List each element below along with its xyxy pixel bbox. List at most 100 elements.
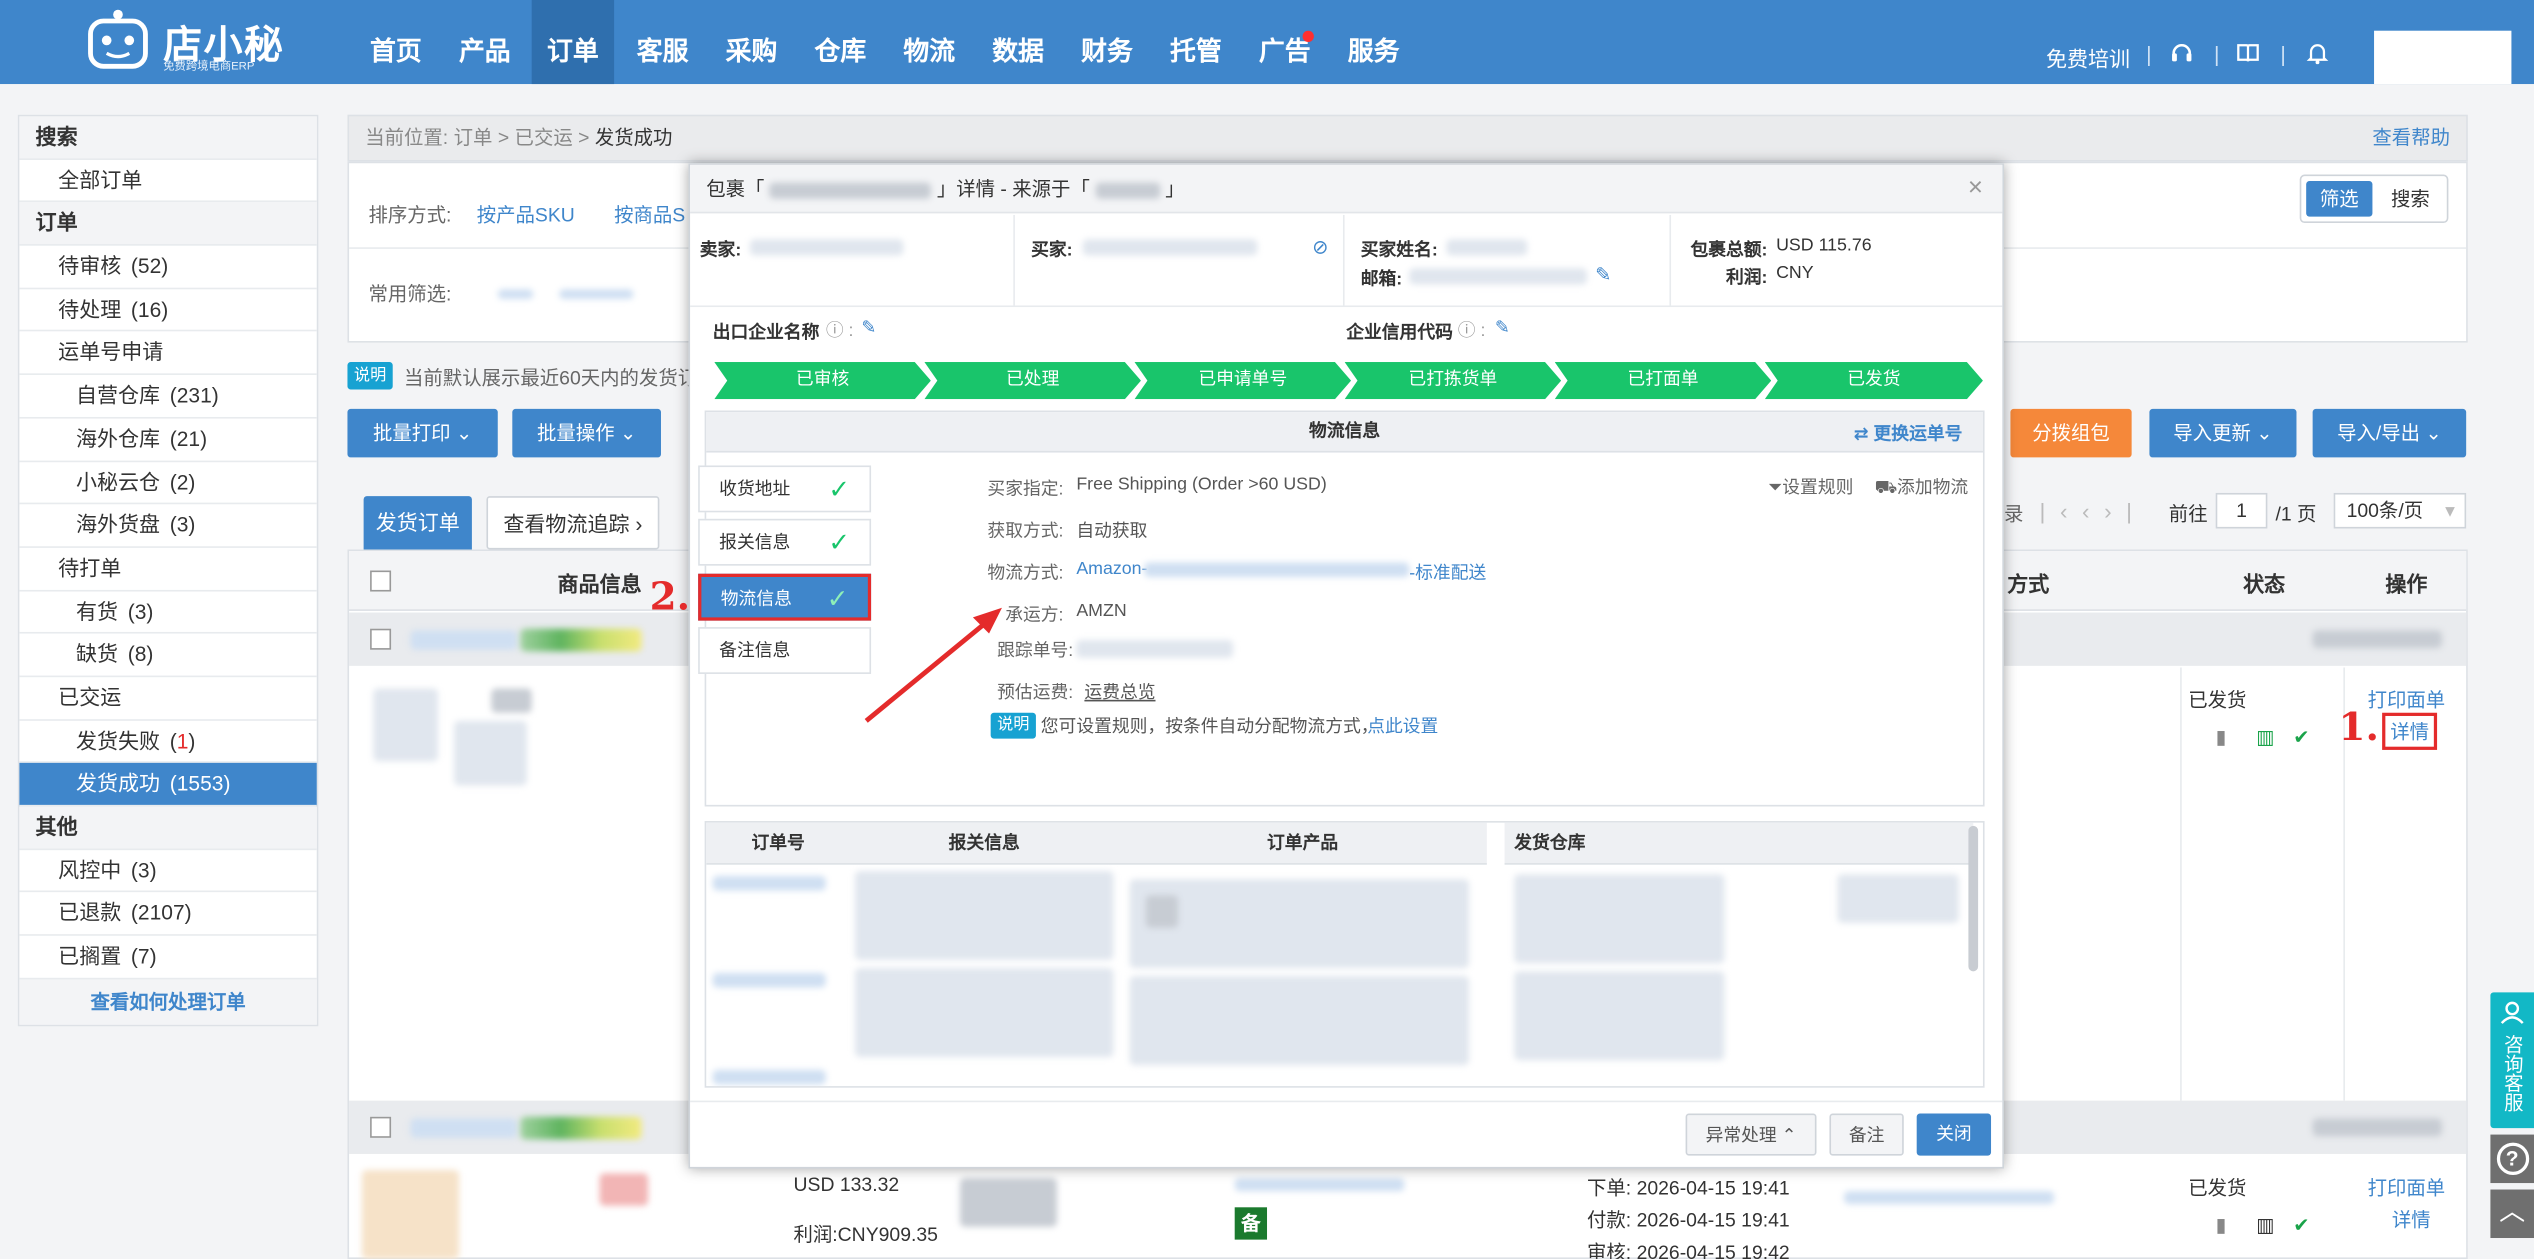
filter-button[interactable]: 筛选: [2306, 181, 2373, 217]
row1-detail-link[interactable]: 详情: [2382, 712, 2438, 750]
close-button[interactable]: 关闭: [1916, 1113, 1992, 1156]
tab-tracking[interactable]: 查看物流追踪 ›: [486, 496, 660, 550]
barcode-icon[interactable]: ▥: [2256, 726, 2274, 749]
sidebar-item-waybill-apply[interactable]: 运单号申请: [19, 332, 317, 376]
edit-icon[interactable]: ✎: [1595, 263, 1611, 286]
sidebar-item-cloud-warehouse[interactable]: 小秘云仓 (2): [19, 461, 317, 505]
check-icon[interactable]: ✔: [2293, 726, 2309, 749]
sidebar-item-all-orders[interactable]: 全部订单: [19, 159, 317, 203]
nav-data[interactable]: 数据: [979, 0, 1057, 84]
nav-warehouse[interactable]: 仓库: [802, 0, 880, 84]
sidebar-item-pending-process[interactable]: 待处理 (16): [19, 289, 317, 333]
blocked-icon[interactable]: ⊘: [1312, 236, 1328, 259]
scrollbar-thumb[interactable]: [1968, 825, 1979, 972]
sidebar-item-overseas-warehouse[interactable]: 海外仓库 (21): [19, 418, 317, 462]
sidebar-item-pending-print[interactable]: 待打单: [19, 548, 317, 591]
ship-method-prefix[interactable]: Amazon-: [1076, 559, 1147, 578]
ship-method-suffix[interactable]: -标准配送: [1409, 559, 1486, 585]
blurred-order-no[interactable]: [712, 972, 826, 988]
sidebar-item-overseas-stock[interactable]: 海外货盘 (3): [19, 505, 317, 548]
help-circle-icon[interactable]: ⓘ :: [1458, 317, 1486, 343]
sort-by-goods[interactable]: 按商品S: [614, 200, 685, 227]
nav-purchase[interactable]: 采购: [713, 0, 791, 84]
nav-ads[interactable]: 广告: [1246, 0, 1324, 84]
tab-ship-orders[interactable]: 发货订单: [363, 496, 472, 550]
help-link[interactable]: 查看帮助: [2372, 116, 2450, 160]
breadcrumb-orders[interactable]: 订单: [454, 126, 493, 149]
nav-products[interactable]: 产品: [446, 0, 524, 84]
import-update-button[interactable]: 导入更新 ⌄: [2149, 408, 2297, 458]
pager-page-input[interactable]: 1: [2215, 492, 2268, 529]
free-training-link[interactable]: 免费培训: [2046, 42, 2130, 73]
help-question-icon[interactable]: ?: [2490, 1134, 2534, 1184]
consult-service-button[interactable]: 咨询客服: [2490, 992, 2534, 1129]
barcode-icon[interactable]: ▥: [2256, 1214, 2274, 1237]
sidebar-item-ship-success[interactable]: 发货成功 (1553): [19, 763, 317, 807]
note-button[interactable]: 备注: [1829, 1113, 1904, 1156]
fee-overview-link[interactable]: 运费总览: [1084, 679, 1155, 705]
blurred-order-id[interactable]: [410, 630, 518, 650]
col-customs: 报关信息: [948, 833, 1020, 854]
check-icon[interactable]: ✔: [2293, 1214, 2309, 1237]
step-reviewed: 已审核: [714, 362, 931, 399]
back-to-top-icon[interactable]: ︿: [2490, 1189, 2534, 1239]
import-export-button[interactable]: 导入/导出 ⌄: [2312, 408, 2467, 458]
sidebar-item-shipped[interactable]: 已交运: [19, 677, 317, 721]
set-rule-link[interactable]: ⏷设置规则: [1768, 474, 1853, 500]
blurred-order-id[interactable]: [410, 1118, 518, 1138]
help-circle-icon[interactable]: ⓘ :: [826, 317, 854, 343]
pager-size-select[interactable]: 100条/页 ▾: [2333, 492, 2467, 529]
split-pack-button[interactable]: 分拨组包: [2010, 408, 2132, 458]
nav-home[interactable]: 首页: [357, 0, 435, 84]
row2-detail-link[interactable]: 详情: [2392, 1206, 2431, 1233]
tab-customs-info[interactable]: 报关信息 ✓: [698, 518, 872, 566]
add-logistics-link[interactable]: ⛟添加物流: [1875, 474, 1968, 501]
copy-icon[interactable]: ▮: [2216, 1214, 2227, 1237]
copy-icon[interactable]: ▮: [2216, 726, 2227, 749]
close-icon[interactable]: ×: [1968, 165, 1983, 213]
change-waybill-link[interactable]: ⇄ 更换运单号: [1854, 420, 1963, 446]
sidebar-item-in-stock[interactable]: 有货 (3): [19, 591, 317, 634]
pager-nav-icons[interactable]: |‹‹›|: [2040, 498, 2147, 524]
sidebar-item-risk[interactable]: 风控中 (3): [19, 850, 317, 893]
bell-icon[interactable]: [2306, 42, 2329, 69]
nav-services[interactable]: 服务: [1335, 0, 1413, 84]
blurred-order-no[interactable]: [712, 875, 826, 891]
blurred-filter[interactable]: [559, 289, 634, 299]
row2-print-label[interactable]: 打印面单: [2368, 1173, 2446, 1200]
exception-button[interactable]: 异常处理 ⌃: [1685, 1113, 1817, 1156]
row1-print-label[interactable]: 打印面单: [2368, 685, 2446, 712]
nav-hosting[interactable]: 托管: [1157, 0, 1235, 84]
row-checkbox[interactable]: [370, 1116, 392, 1138]
breadcrumb-shipped[interactable]: 已交运: [515, 126, 573, 149]
how-to-process-link[interactable]: 查看如何处理订单: [19, 979, 317, 1025]
sort-by-sku[interactable]: 按产品SKU: [477, 200, 575, 227]
sidebar-item-own-warehouse[interactable]: 自营仓库 (231): [19, 375, 317, 419]
sidebar-item-ship-failed[interactable]: 发货失败 (1): [19, 720, 317, 764]
logo-robot-icon[interactable]: [84, 8, 152, 73]
nav-finance[interactable]: 财务: [1068, 0, 1146, 84]
nav-orders[interactable]: 订单: [531, 0, 615, 85]
edit-icon[interactable]: ✎: [1495, 317, 1510, 337]
select-all-checkbox[interactable]: [370, 570, 392, 592]
book-icon[interactable]: [2237, 42, 2260, 69]
headset-icon[interactable]: [2170, 42, 2193, 69]
batch-print-button[interactable]: 批量打印 ⌄: [347, 408, 498, 458]
batch-operation-button[interactable]: 批量操作 ⌄: [512, 408, 661, 458]
row-checkbox[interactable]: [370, 628, 392, 650]
tab-note-info[interactable]: 备注信息: [698, 627, 872, 674]
sidebar-item-out-of-stock[interactable]: 缺货 (8): [19, 634, 317, 678]
tab-shipping-address[interactable]: 收货地址 ✓: [698, 465, 872, 513]
tab-logistics-info[interactable]: 物流信息 ✓: [698, 573, 872, 621]
sidebar-item-refunded[interactable]: 已退款 (2107): [19, 893, 317, 936]
sidebar-item-shelved[interactable]: 已搁置 (7): [19, 936, 317, 980]
nav-logistics[interactable]: 物流: [890, 0, 968, 84]
blurred-order-no[interactable]: [712, 1069, 826, 1085]
edit-icon[interactable]: ✎: [861, 317, 876, 337]
user-account-box[interactable]: [2374, 30, 2512, 85]
blurred-filter[interactable]: [497, 289, 534, 299]
tip-link[interactable]: 点此设置: [1367, 713, 1438, 739]
search-button[interactable]: 搜索: [2377, 181, 2443, 217]
nav-customer-service[interactable]: 客服: [624, 0, 702, 84]
sidebar-item-pending-review[interactable]: 待审核 (52): [19, 246, 317, 289]
